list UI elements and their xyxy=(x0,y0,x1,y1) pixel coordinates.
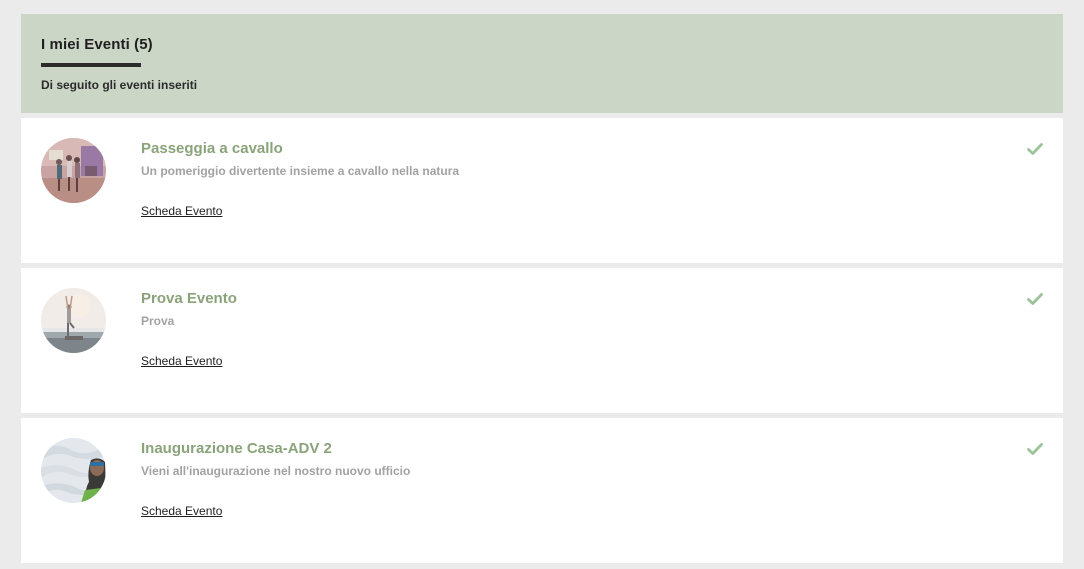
check-icon xyxy=(1027,442,1043,456)
event-title[interactable]: Prova Evento xyxy=(141,290,237,307)
event-thumbnail xyxy=(41,138,106,203)
event-description: Un pomeriggio divertente insieme a caval… xyxy=(141,164,460,178)
event-description: Prova xyxy=(141,314,175,328)
page-title: I miei Eventi (5) xyxy=(41,36,153,53)
event-card: Inaugurazione Casa-ADV 2 Vieni all'inaug… xyxy=(21,418,1063,563)
event-details-link[interactable]: Scheda Evento xyxy=(141,504,222,518)
event-thumbnail xyxy=(41,438,106,503)
title-underline xyxy=(41,63,141,67)
event-card: Prova Evento Prova Scheda Evento xyxy=(21,268,1063,413)
event-title[interactable]: Passeggia a cavallo xyxy=(141,140,283,157)
event-card: Passeggia a cavallo Un pomeriggio divert… xyxy=(21,118,1063,263)
event-title[interactable]: Inaugurazione Casa-ADV 2 xyxy=(141,440,332,457)
event-description: Vieni all'inaugurazione nel nostro nuovo… xyxy=(141,464,411,478)
events-panel: I miei Eventi (5) Di seguito gli eventi … xyxy=(21,14,1063,563)
check-icon xyxy=(1027,142,1043,156)
events-header: I miei Eventi (5) Di seguito gli eventi … xyxy=(21,14,1063,113)
event-details-link[interactable]: Scheda Evento xyxy=(141,354,222,368)
check-icon xyxy=(1027,292,1043,306)
event-details-link[interactable]: Scheda Evento xyxy=(141,204,222,218)
event-thumbnail xyxy=(41,288,106,353)
page-subtitle: Di seguito gli eventi inseriti xyxy=(41,78,198,92)
